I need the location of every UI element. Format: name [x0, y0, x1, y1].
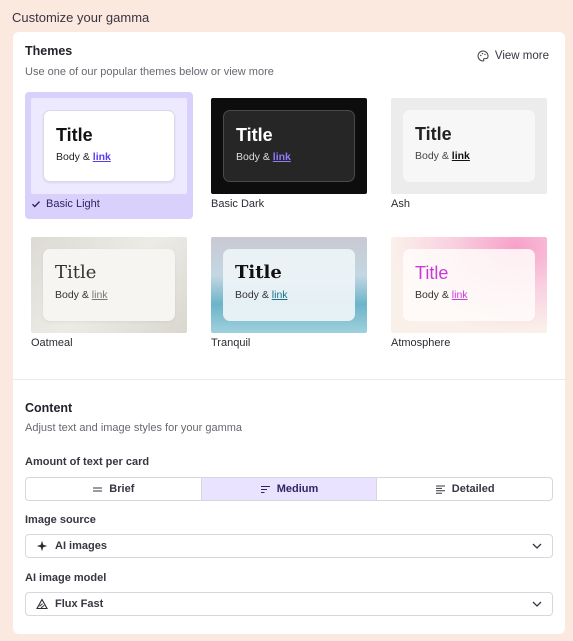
page-title: Customize your gamma — [12, 10, 150, 25]
text-amount-label: Amount of text per card — [25, 456, 150, 468]
image-model-label: AI image model — [25, 572, 107, 584]
themes-title: Themes — [25, 44, 73, 58]
theme-card-basic-light[interactable]: Title Body & link Basic Light — [25, 92, 193, 219]
theme-card-oatmeal[interactable]: Title Body & link Oatmeal — [25, 231, 193, 358]
preview-link: link — [451, 289, 468, 301]
preview-body: Body & link — [415, 289, 468, 301]
section-divider — [13, 379, 565, 380]
theme-preview: Title Body & link — [211, 237, 367, 333]
theme-label: Oatmeal — [31, 337, 73, 349]
checkmark-icon — [32, 201, 41, 208]
image-source-select[interactable]: AI images — [25, 534, 553, 558]
theme-preview: Title Body & link — [31, 98, 187, 194]
preview-title: Title — [415, 124, 452, 144]
option-label: Detailed — [451, 483, 495, 495]
theme-label: Atmosphere — [391, 337, 450, 349]
text-amount-detailed-button[interactable]: Detailed — [377, 478, 552, 500]
themes-subtitle: Use one of our popular themes below or v… — [25, 66, 274, 78]
theme-label: Tranquil — [211, 337, 250, 349]
sparkle-icon — [36, 540, 48, 552]
text-amount-medium-button[interactable]: Medium — [201, 478, 378, 500]
image-source-label: Image source — [25, 514, 96, 526]
theme-card-ash[interactable]: Title Body & link Ash — [385, 92, 553, 219]
text-amount-brief-button[interactable]: Brief — [26, 478, 202, 500]
preview-title: Title — [236, 125, 273, 145]
lines-short-icon — [93, 486, 103, 492]
theme-preview-card: Title Body & link — [223, 249, 355, 321]
customize-panel: Themes Use one of our popular themes bel… — [13, 32, 565, 634]
option-label: Brief — [109, 483, 135, 495]
theme-label: Basic Light — [31, 198, 100, 210]
preview-title: Title — [415, 263, 449, 283]
image-model-select[interactable]: Flux Fast — [25, 592, 553, 616]
text-amount-selector: Brief Medium Detailed — [25, 477, 553, 501]
preview-body: Body & link — [236, 151, 291, 163]
lines-detailed-icon — [435, 485, 445, 494]
theme-label: Ash — [391, 198, 410, 210]
preview-body: Body & link — [55, 289, 108, 301]
theme-preview-card: Title Body & link — [43, 110, 175, 182]
preview-body: Body & link — [415, 150, 470, 162]
preview-link: link — [272, 151, 291, 163]
preview-title: Title — [55, 262, 97, 283]
theme-card-tranquil[interactable]: Title Body & link Tranquil — [205, 231, 373, 358]
theme-preview: Title Body & link — [391, 237, 547, 333]
preview-body: Body & link — [56, 151, 111, 163]
view-more-label: View more — [494, 50, 549, 62]
theme-name: Tranquil — [211, 337, 251, 349]
theme-name: Basic Dark — [211, 198, 265, 210]
theme-preview-card: Title Body & link — [403, 249, 535, 321]
palette-icon — [477, 50, 489, 62]
theme-preview-card: Title Body & link — [403, 110, 535, 182]
theme-name: Ash — [391, 198, 410, 210]
theme-card-atmosphere[interactable]: Title Body & link Atmosphere — [385, 231, 553, 358]
preview-link: link — [92, 151, 111, 163]
theme-name: Oatmeal — [31, 337, 73, 349]
theme-preview: Title Body & link — [31, 237, 187, 333]
content-title: Content — [25, 401, 73, 415]
preview-link: link — [271, 289, 288, 301]
chevron-down-icon — [532, 543, 542, 549]
theme-preview: Title Body & link — [391, 98, 547, 194]
theme-preview-card: Title Body & link — [43, 249, 175, 321]
preview-link: link — [91, 289, 108, 301]
image-source-value: AI images — [55, 540, 107, 552]
preview-title: Title — [56, 125, 93, 145]
lines-medium-icon — [260, 485, 270, 493]
theme-preview: Title Body & link — [211, 98, 367, 194]
chevron-down-icon — [532, 601, 542, 607]
preview-link: link — [451, 150, 470, 162]
theme-card-basic-dark[interactable]: Title Body & link Basic Dark — [205, 92, 373, 219]
preview-body: Body & link — [235, 289, 288, 301]
theme-preview-card: Title Body & link — [223, 110, 355, 182]
theme-label: Basic Dark — [211, 198, 264, 210]
theme-name: Atmosphere — [391, 337, 451, 349]
content-subtitle: Adjust text and image styles for your ga… — [25, 422, 243, 434]
image-model-value: Flux Fast — [55, 598, 104, 610]
theme-name: Basic Light — [46, 198, 100, 210]
view-more-button[interactable]: View more — [477, 48, 549, 64]
model-icon — [36, 598, 48, 610]
preview-title: Title — [235, 262, 282, 283]
option-label: Medium — [276, 483, 319, 495]
